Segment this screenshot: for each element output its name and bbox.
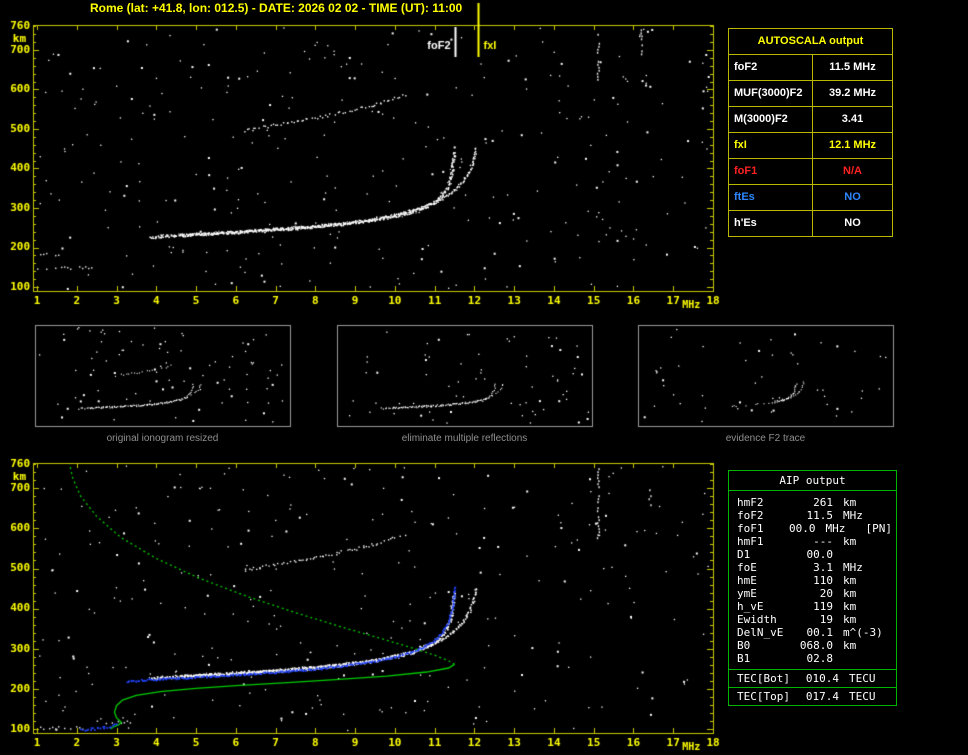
autoscala-row-ftes: ftEs NO	[729, 185, 892, 211]
autoscala-row-label: h'Es	[729, 211, 813, 236]
aip-row: ymE 20 km	[737, 587, 892, 600]
aip-tec-value: 017.4	[805, 690, 839, 703]
aip-row-value: 110	[813, 574, 834, 587]
aip-row: hmF2 261 km	[737, 496, 892, 509]
autoscala-row-label: ftEs	[729, 185, 813, 210]
aip-row-value: 02.8	[806, 652, 834, 665]
aip-row-value: 11.5	[806, 509, 834, 522]
aip-row-value: 00.0	[788, 522, 816, 535]
aip-row-value: 119	[813, 600, 834, 613]
aip-row-unit: km	[843, 639, 857, 652]
autoscala-row-muf3000f2: MUF(3000)F2 39.2 MHz	[729, 81, 892, 107]
autoscala-row-value: 39.2 MHz	[828, 87, 877, 99]
aip-row-unit: km	[843, 600, 857, 613]
aip-row: hmF1 --- km	[737, 535, 892, 548]
thumbnail-caption: evidence F2 trace	[725, 433, 806, 444]
autoscala-row-fof1: foF1 N/A	[729, 159, 892, 185]
autoscala-row-value: NO	[844, 217, 861, 229]
aip-row: foF1 00.0 MHz [PN]	[737, 522, 892, 535]
aip-row-unit: km	[843, 574, 857, 587]
aip-row-unit: km	[843, 613, 857, 626]
aip-tec-unit: TECU	[849, 690, 876, 703]
aip-row-value: 3.1	[813, 561, 834, 574]
autoscala-header: AUTOSCALA output	[729, 29, 892, 55]
aip-row: D1 00.0	[737, 548, 892, 561]
aip-row-value: 261	[813, 496, 834, 509]
aip-row-unit: km	[843, 535, 857, 548]
autoscala-row-label: foF2	[729, 55, 813, 80]
aip-row-label: D1	[737, 548, 751, 561]
aip-row-value: 00.1	[806, 626, 834, 639]
autoscala-row-value: N/A	[843, 165, 862, 177]
aip-tec-value: 010.4	[805, 672, 839, 685]
aip-row: B0 068.0 km	[737, 639, 892, 652]
autoscala-row-fof2: foF2 11.5 MHz	[729, 55, 892, 81]
aip-row-label: hmE	[737, 574, 757, 587]
autoscala-row-label: fxI	[729, 133, 813, 158]
aip-tec-rows: TEC[Bot] 010.4 TECU TEC[Top] 017.4 TECU	[729, 669, 896, 705]
aip-row-label: foF1	[737, 522, 764, 535]
aip-row: foE 3.1 MHz	[737, 561, 892, 574]
aip-row-unit: m^(-3)	[843, 626, 883, 639]
aip-row-label: hmF2	[737, 496, 764, 509]
autoscala-row-label: foF1	[729, 159, 813, 184]
aip-row-label: B1	[737, 652, 751, 665]
aip-rows: hmF2 261 km foF2 11.5 MHz foF1 00.0 MHz [PN] hmF1-…	[729, 491, 896, 669]
autoscala-window: Rome (lat: +41.8, lon: 012.5) - DATE: 20…	[0, 0, 968, 755]
autoscala-row-value: 3.41	[841, 113, 864, 125]
aip-row: foF2 11.5 MHz	[737, 509, 892, 522]
thumbnail-caption: original ionogram resized	[106, 433, 219, 444]
aip-row: DelN_vE 00.1 m^(-3)	[737, 626, 892, 639]
aip-row-label: ymE	[737, 587, 757, 600]
aip-row-label: Ewidth	[737, 613, 777, 626]
aip-row-unit	[833, 652, 892, 665]
aip-row-unit: MHz	[843, 509, 863, 522]
aip-row-label: hmF1	[737, 535, 764, 548]
station-title: Rome (lat: +41.8, lon: 012.5) - DATE: 20…	[90, 1, 463, 15]
aip-row-note: [PN]	[865, 522, 893, 535]
aip-row-label: DelN_vE	[737, 626, 784, 639]
autoscala-row-hes: h'Es NO	[729, 211, 892, 236]
aip-tec-row: TEC[Top] 017.4 TECU	[729, 687, 896, 705]
aip-row-label: B0	[737, 639, 751, 652]
aip-header: AIP output	[729, 471, 896, 491]
aip-output-table: AIP output hmF2 261 km foF2 11.5 MHz foF1 00.0 M…	[728, 470, 897, 706]
aip-row-value: 20	[819, 587, 834, 600]
aip-row-unit: km	[843, 587, 857, 600]
aip-row: Ewidth 19 km	[737, 613, 892, 626]
autoscala-row-value: NO	[844, 191, 861, 203]
aip-row-label: foF2	[737, 509, 764, 522]
aip-row-unit	[833, 548, 892, 561]
aip-row-unit: km	[843, 496, 857, 509]
aip-tec-unit: TECU	[849, 672, 876, 685]
aip-tec-label: TEC[Top]	[737, 690, 790, 703]
autoscala-row-value: 11.5 MHz	[829, 61, 876, 73]
aip-row-value: 00.0	[806, 548, 834, 561]
aip-tec-label: TEC[Bot]	[737, 672, 790, 685]
aip-row-value: 068.0	[799, 639, 834, 652]
autoscala-row-m3000f2: M(3000)F2 3.41	[729, 107, 892, 133]
autoscala-row-label: M(3000)F2	[729, 107, 813, 132]
autoscala-row-label: MUF(3000)F2	[729, 81, 813, 106]
thumbnail-caption: eliminate multiple reflections	[401, 433, 528, 444]
autoscala-output-table: AUTOSCALA output foF2 11.5 MHz MUF(3000)…	[728, 28, 893, 237]
autoscala-row-fxi: fxI 12.1 MHz	[729, 133, 892, 159]
aip-row-label: foE	[737, 561, 757, 574]
aip-row-unit: MHz	[825, 522, 846, 535]
aip-row-unit: MHz	[843, 561, 863, 574]
aip-row-value: 19	[819, 613, 834, 626]
aip-row-label: h_vE	[737, 600, 764, 613]
aip-row-value: ---	[813, 535, 834, 548]
aip-row: h_vE 119 km	[737, 600, 892, 613]
aip-row: hmE 110 km	[737, 574, 892, 587]
aip-tec-row: TEC[Bot] 010.4 TECU	[729, 669, 896, 687]
aip-row: B1 02.8	[737, 652, 892, 665]
autoscala-row-value: 12.1 MHz	[828, 139, 877, 151]
